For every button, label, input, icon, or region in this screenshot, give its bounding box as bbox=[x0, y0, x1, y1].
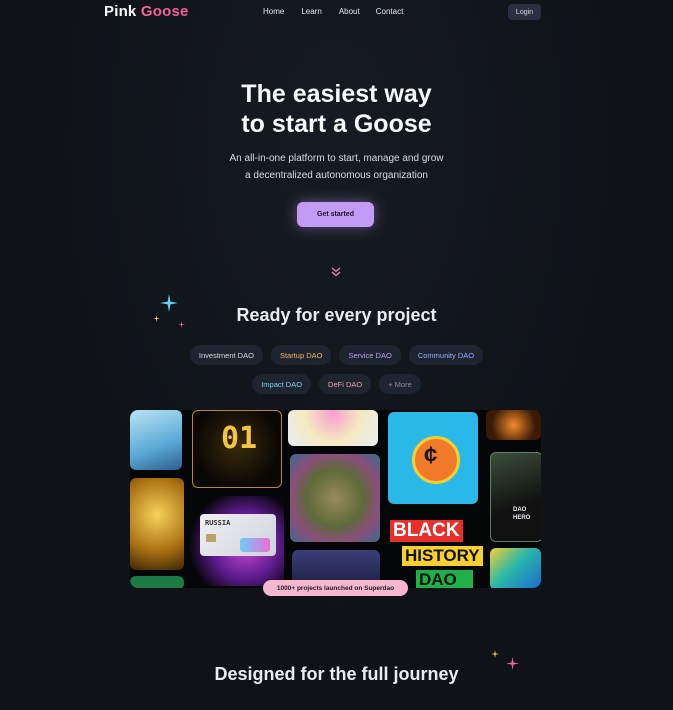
nav-links: Home Learn About Contact bbox=[263, 7, 403, 16]
sparkle-icon bbox=[491, 650, 499, 658]
project-image-green bbox=[130, 576, 184, 588]
project-image-card: RUSSIA bbox=[188, 496, 284, 586]
tag-more[interactable]: + More bbox=[379, 374, 421, 394]
project-tags: Investment DAO Startup DAO Service DAO C… bbox=[0, 345, 673, 403]
hero-title: The easiest way to start a Goose bbox=[0, 79, 673, 139]
hero-subtitle: An all-in-one platform to start, manage … bbox=[0, 150, 673, 184]
hero-subtitle-line2: a decentralized autonomous organization bbox=[245, 170, 428, 181]
tile-dao-text: DAO bbox=[416, 570, 473, 588]
scroll-down-chevron-icon[interactable] bbox=[330, 266, 342, 278]
tag-row-1: Investment DAO Startup DAO Service DAO C… bbox=[0, 345, 673, 365]
landing-page: Pink Goose Home Learn About Contact Logi… bbox=[0, 0, 673, 710]
project-image-golden-figure bbox=[130, 478, 184, 570]
project-image-mandala bbox=[288, 410, 378, 446]
nav-link-home[interactable]: Home bbox=[263, 7, 284, 16]
hero-subtitle-line1: An all-in-one platform to start, manage … bbox=[229, 153, 444, 164]
tag-defi-dao[interactable]: DeFi DAO bbox=[319, 374, 372, 394]
tag-impact-dao[interactable]: Impact DAO bbox=[252, 374, 312, 394]
nav-link-about[interactable]: About bbox=[339, 7, 360, 16]
project-image-coin-sun: ¢ bbox=[388, 412, 478, 504]
tag-investment-dao[interactable]: Investment DAO bbox=[189, 345, 263, 365]
projects-section-title: Ready for every project bbox=[236, 305, 437, 325]
login-button[interactable]: Login bbox=[508, 4, 541, 20]
project-image-black-history-dao: BLACK HISTORY DAO bbox=[388, 514, 484, 588]
tag-community-dao[interactable]: Community DAO bbox=[408, 345, 484, 365]
card-text: RUSSIA bbox=[205, 519, 231, 527]
project-image-goat bbox=[290, 454, 380, 542]
tag-row-2: Impact DAO DeFi DAO + More bbox=[0, 374, 673, 394]
project-image-neon bbox=[486, 410, 541, 440]
brand-logo[interactable]: Pink Goose bbox=[104, 3, 189, 20]
tag-service-dao[interactable]: Service DAO bbox=[339, 345, 401, 365]
hero-title-line1: The easiest way bbox=[241, 80, 432, 108]
credit-card-graphic: RUSSIA bbox=[200, 514, 276, 556]
nav-link-contact[interactable]: Contact bbox=[376, 7, 404, 16]
top-nav: Pink Goose Home Learn About Contact Logi… bbox=[0, 0, 673, 26]
logo-accent: Goose bbox=[140, 3, 189, 20]
coin-symbol-text: ¢ bbox=[424, 442, 438, 469]
logo-primary: Pink bbox=[104, 3, 137, 20]
tile-hero-small-text: HERO bbox=[513, 515, 531, 521]
tile-number-text: 01 bbox=[221, 421, 258, 456]
tag-startup-dao[interactable]: Startup DAO bbox=[270, 345, 332, 365]
project-image-dao-hero: DAO HERO bbox=[490, 452, 541, 542]
nav-link-learn[interactable]: Learn bbox=[301, 7, 321, 16]
journey-section-title: Designed for the full journey bbox=[214, 664, 459, 684]
tile-history-text: HISTORY bbox=[402, 546, 483, 566]
tile-black-text: BLACK bbox=[390, 520, 463, 542]
project-image-arch bbox=[130, 410, 182, 470]
get-started-button[interactable]: Get started bbox=[297, 202, 374, 227]
hero-title-line2: to start a Goose bbox=[241, 110, 432, 138]
tile-dao-small-text: DAO bbox=[513, 507, 527, 513]
projects-launched-badge: 1000+ projects launched on Superdao bbox=[263, 580, 408, 596]
project-image-number-01: 01 bbox=[192, 410, 282, 488]
projects-image-collage: 01 RUSSIA ¢ BLACK HISTORY DAO DAO HERO bbox=[130, 410, 541, 588]
project-image-swirl bbox=[490, 548, 541, 588]
